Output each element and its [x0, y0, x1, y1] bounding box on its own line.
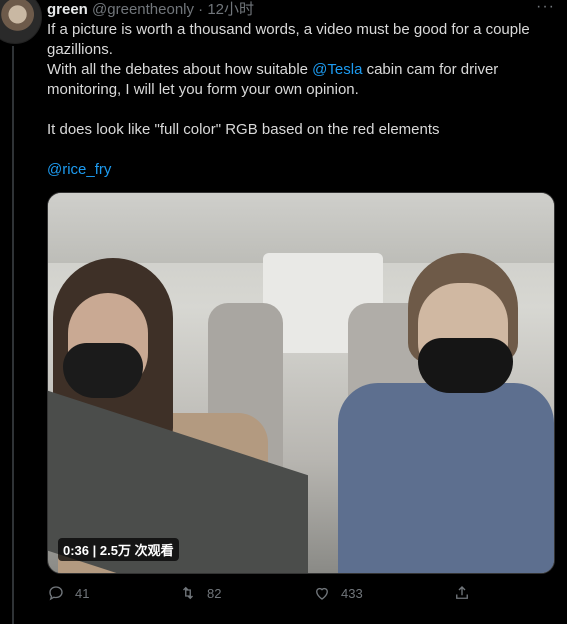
- separator-dot: ·: [198, 1, 204, 18]
- reply-icon: [49, 586, 63, 601]
- tweet-text-line3: It does look like "full color" RGB based…: [47, 121, 440, 138]
- tweet-time[interactable]: 12小时: [207, 1, 254, 18]
- video-duration-views-badge: 0:36 | 2.5万 次观看: [58, 538, 179, 561]
- tweet-text-line2-pre: With all the debates about how suitable: [47, 61, 313, 78]
- like-button[interactable]: 433: [313, 584, 363, 602]
- retweet-icon: [183, 586, 193, 600]
- more-options-icon[interactable]: ···: [536, 0, 555, 16]
- video-player[interactable]: [47, 192, 555, 574]
- author-avatar[interactable]: [0, 0, 42, 44]
- retweet-button[interactable]: 82: [179, 584, 221, 602]
- driver-figure: [338, 243, 554, 573]
- share-icon: [456, 586, 468, 599]
- thread-line: [12, 46, 14, 624]
- like-count: 433: [341, 585, 363, 601]
- tweet-text-line2: With all the debates about how suitable …: [47, 60, 547, 100]
- tweet-actions: 41 82 433: [47, 584, 487, 606]
- tweet-header: green @greentheonly · 12小时: [47, 0, 254, 19]
- share-button[interactable]: [453, 584, 481, 602]
- reply-count: 41: [75, 585, 90, 601]
- mention-rice-fry-link[interactable]: @rice_fry: [47, 161, 111, 178]
- mention-tesla-link[interactable]: @Tesla: [312, 61, 362, 78]
- tweet-text-line1: If a picture is worth a thousand words, …: [47, 21, 530, 58]
- author-name[interactable]: green: [47, 1, 88, 18]
- author-handle[interactable]: @greentheonly: [92, 1, 194, 18]
- retweet-count: 82: [207, 585, 222, 601]
- reply-button[interactable]: 41: [47, 584, 89, 602]
- tweet-text: If a picture is worth a thousand words, …: [47, 20, 547, 180]
- heart-icon: [316, 587, 328, 600]
